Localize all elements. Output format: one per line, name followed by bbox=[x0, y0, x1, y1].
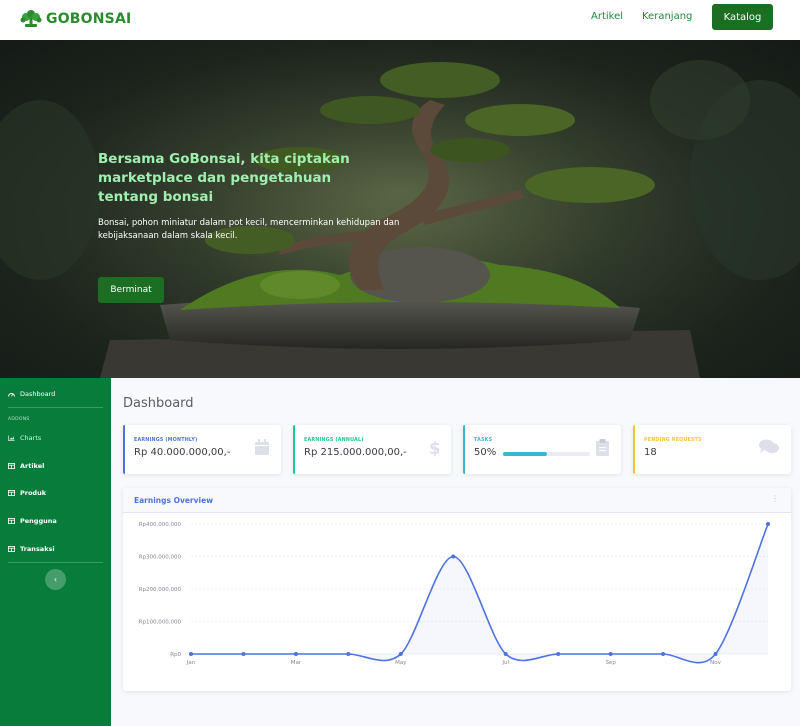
sidebar-divider bbox=[8, 407, 103, 408]
card-label: EARNINGS (MONTHLY) bbox=[134, 438, 198, 443]
data-point bbox=[398, 652, 403, 656]
svg-text:$: $ bbox=[429, 439, 439, 457]
calendar-icon bbox=[255, 439, 269, 455]
dollar-icon: $ bbox=[429, 439, 439, 457]
sidebar-item-artikel[interactable]: Artikel bbox=[8, 462, 44, 470]
y-tick-label: Rp400,000,000 bbox=[139, 522, 182, 528]
series-area bbox=[191, 524, 768, 663]
sidebar-item-charts[interactable]: Charts bbox=[8, 434, 41, 442]
sidebar: Dashboard ADDONS Charts Artikel Produk P… bbox=[0, 378, 111, 726]
table-icon bbox=[8, 518, 15, 524]
navbar: GOBONSAI Artikel Keranjang Katalog bbox=[0, 0, 800, 40]
sidebar-item-label: Produk bbox=[20, 489, 47, 497]
data-point bbox=[766, 522, 770, 526]
hero-description: Bonsai, pohon miniatur dalam pot kecil, … bbox=[98, 218, 400, 241]
nav-link-artikel[interactable]: Artikel bbox=[591, 11, 623, 22]
data-point bbox=[241, 652, 246, 656]
card-label: TASKS bbox=[474, 438, 493, 443]
dashboard-section: Dashboard ADDONS Charts Artikel Produk P… bbox=[0, 378, 800, 726]
card-value: Rp 40.000.000,00,- bbox=[134, 447, 231, 458]
sidebar-item-label: Artikel bbox=[20, 462, 45, 470]
tachometer-icon bbox=[8, 393, 15, 397]
card-label: EARNINGS (ANNUAL) bbox=[304, 438, 364, 443]
y-tick-label: Rp100,000,000 bbox=[139, 620, 182, 626]
card-label: PENDING REQUESTS bbox=[644, 438, 702, 443]
table-icon bbox=[8, 546, 15, 552]
x-tick-label: Jul bbox=[501, 660, 509, 666]
card-value: 50% bbox=[474, 447, 497, 458]
sidebar-item-label: Charts bbox=[20, 434, 42, 442]
pending-requests-card: PENDING REQUESTS 18 bbox=[633, 425, 791, 474]
katalog-button[interactable]: Katalog bbox=[712, 4, 773, 30]
bonsai-logo-icon bbox=[20, 10, 42, 27]
comments-icon bbox=[759, 439, 779, 453]
sidebar-item-label: Dashboard bbox=[20, 390, 56, 398]
x-tick-label: May bbox=[395, 660, 407, 666]
y-tick-label: Rp0 bbox=[170, 652, 181, 658]
earnings-overview-card: Earnings Overview ⋮ Rp0 Rp100,000,000 Rp20… bbox=[123, 488, 791, 691]
sidebar-item-produk[interactable]: Produk bbox=[8, 489, 46, 497]
data-point bbox=[713, 652, 718, 656]
tasks-card: TASKS 50% bbox=[463, 425, 621, 474]
page-title: Dashboard bbox=[123, 396, 194, 411]
data-point bbox=[608, 652, 613, 656]
sidebar-item-label: Transaksi bbox=[20, 545, 55, 553]
brand-logo[interactable]: GOBONSAI bbox=[20, 10, 131, 28]
card-value: 18 bbox=[644, 447, 657, 458]
chart-header: Earnings Overview ⋮ bbox=[123, 488, 791, 513]
earnings-area-chart: Rp0 Rp100,000,000 Rp200,000,000 Rp300,000,0… bbox=[139, 522, 770, 666]
berminat-button[interactable]: Berminat bbox=[98, 277, 164, 303]
x-tick-label: Nov bbox=[710, 660, 721, 666]
tasks-progress-bar bbox=[503, 452, 590, 456]
chart-options-icon[interactable]: ⋮ bbox=[771, 494, 779, 503]
card-value: Rp 215.000.000,00,- bbox=[304, 447, 407, 458]
data-point bbox=[293, 652, 298, 656]
data-point bbox=[661, 652, 666, 656]
chart-area-icon bbox=[8, 435, 15, 441]
hero-title: Bersama GoBonsai, kita ciptakan marketpl… bbox=[98, 151, 350, 205]
earnings-annual-card: EARNINGS (ANNUAL) Rp 215.000.000,00,- $ bbox=[293, 425, 451, 474]
chart-title: Earnings Overview bbox=[134, 496, 214, 505]
earnings-monthly-card: EARNINGS (MONTHLY) Rp 40.000.000,00,- bbox=[123, 425, 281, 474]
hero-banner: Bersama GoBonsai, kita ciptakan marketpl… bbox=[0, 40, 800, 378]
sidebar-divider bbox=[8, 562, 103, 563]
data-point bbox=[451, 554, 456, 559]
data-point bbox=[503, 652, 508, 656]
tasks-progress-fill bbox=[503, 452, 547, 456]
data-point bbox=[556, 652, 561, 656]
sidebar-heading: ADDONS bbox=[8, 417, 30, 422]
sidebar-toggle-button[interactable]: ‹ bbox=[45, 569, 66, 590]
clipboard-icon bbox=[596, 439, 609, 456]
bonsai-hero-image bbox=[0, 40, 800, 378]
data-point bbox=[346, 652, 351, 656]
card-accent bbox=[633, 425, 635, 474]
nav-link-keranjang[interactable]: Keranjang bbox=[642, 11, 692, 22]
data-point bbox=[189, 652, 193, 656]
sidebar-item-dashboard[interactable]: Dashboard bbox=[8, 390, 55, 398]
table-icon bbox=[8, 490, 15, 496]
card-accent bbox=[293, 425, 295, 474]
y-tick-label: Rp200,000,000 bbox=[139, 587, 182, 593]
x-tick-label: Mar bbox=[291, 660, 302, 666]
card-accent bbox=[463, 425, 465, 474]
x-tick-label: Sep bbox=[605, 660, 616, 666]
x-tick-label: Jan bbox=[186, 660, 196, 666]
brand-name: GOBONSAI bbox=[46, 11, 132, 27]
card-accent bbox=[123, 425, 125, 474]
sidebar-item-label: Pengguna bbox=[20, 517, 57, 525]
table-icon bbox=[8, 463, 15, 469]
y-tick-label: Rp300,000,000 bbox=[139, 555, 182, 561]
sidebar-item-transaksi[interactable]: Transaksi bbox=[8, 545, 55, 553]
sidebar-item-pengguna[interactable]: Pengguna bbox=[8, 517, 57, 525]
